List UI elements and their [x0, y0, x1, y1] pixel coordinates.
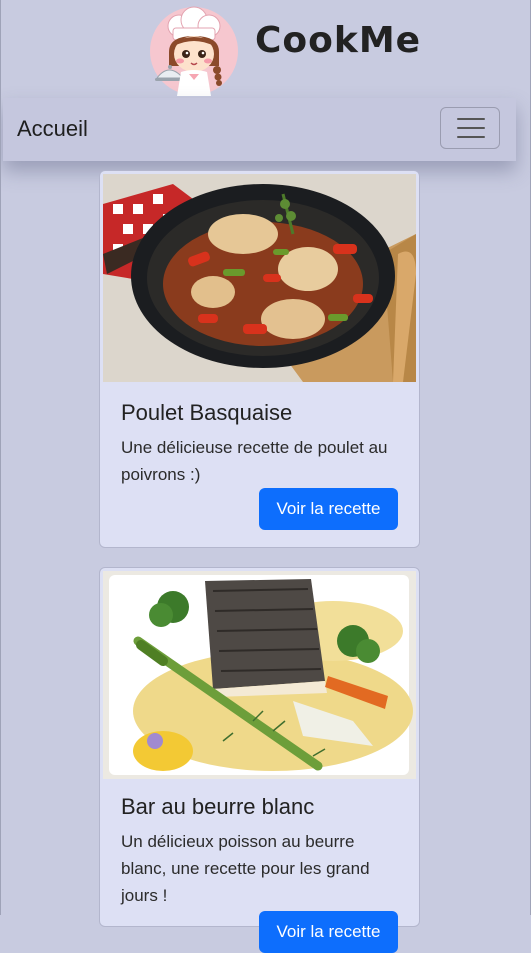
- recipe-title: Bar au beurre blanc: [121, 794, 315, 819]
- hamburger-menu-icon: [457, 118, 485, 120]
- recipe-card: Bar au beurre blanc Un délicieux poisson…: [99, 567, 420, 953]
- recipe-description: Une délicieuse recette de poulet au poiv…: [121, 438, 388, 484]
- view-recipe-button[interactable]: Voir la recette: [259, 488, 398, 530]
- recipe-title: Poulet Basquaise: [121, 400, 293, 425]
- nav-home-link[interactable]: Accueil: [17, 116, 88, 142]
- navbar-toggler-button[interactable]: [440, 107, 500, 149]
- recipe-card: Poulet Basquaise Une délicieuse recette …: [99, 170, 420, 548]
- main-navbar: Accueil: [3, 98, 516, 161]
- recipe-image-poulet-basquaise: [103, 174, 416, 382]
- chef-girl-mascot-icon[interactable]: [149, 6, 239, 96]
- hamburger-menu-icon-line: [457, 127, 485, 129]
- brand-name[interactable]: CookMe: [255, 20, 421, 61]
- hamburger-menu-icon-line: [457, 136, 485, 138]
- recipe-image-bar-au-beurre-blanc: [103, 571, 416, 779]
- view-recipe-button[interactable]: Voir la recette: [259, 911, 398, 953]
- site-header: CookMe: [0, 0, 531, 96]
- recipe-description: Un délicieux poisson au beurre blanc, un…: [121, 832, 370, 905]
